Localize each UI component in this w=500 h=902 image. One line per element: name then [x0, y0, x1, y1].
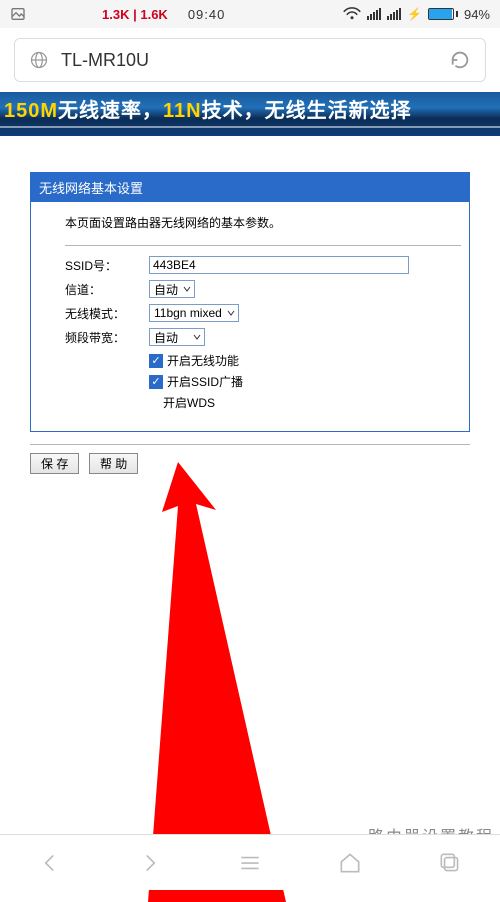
ssid-label: SSID号： [65, 257, 149, 274]
ssid-row: SSID号： [65, 256, 461, 274]
mode-select[interactable]: 11bgn mixed [149, 304, 239, 322]
browser-bottom-nav [0, 834, 500, 890]
page-content: 无线网络基本设置 本页面设置路由器无线网络的基本参数。 SSID号： 信道： 自… [0, 136, 500, 856]
enable-ssid-row[interactable]: ✓ 开启SSID广播 [149, 373, 461, 390]
wifi-icon [343, 7, 361, 21]
enable-wifi-row[interactable]: ✓ 开启无线功能 [149, 352, 461, 369]
refresh-icon[interactable] [449, 49, 471, 71]
chevron-left-icon [37, 850, 63, 876]
clock: 09:40 [188, 7, 226, 22]
checkbox-checked-icon[interactable]: ✓ [149, 375, 163, 389]
channel-value: 自动 [154, 281, 178, 298]
channel-row: 信道： 自动 [65, 280, 461, 298]
forward-button[interactable] [136, 849, 164, 877]
home-icon [337, 850, 363, 876]
chevron-down-icon [226, 308, 236, 318]
enable-wds-label: 开启WDS [163, 394, 215, 411]
status-right: ⚡ 94% [343, 7, 490, 22]
status-bar: 1.3K | 1.6K 09:40 ⚡ 94% [0, 0, 500, 28]
signal-icon-2 [387, 8, 401, 20]
menu-button[interactable] [236, 849, 264, 877]
battery-icon [428, 8, 458, 20]
save-button[interactable]: 保 存 [30, 453, 79, 474]
globe-icon [29, 50, 49, 70]
enable-wifi-label: 开启无线功能 [167, 352, 239, 369]
banner-text: 150M无线速率，11N技术，无线生活新选择 [4, 94, 412, 123]
panel-description: 本页面设置路由器无线网络的基本参数。 [65, 214, 461, 231]
bandwidth-value: 自动 [154, 329, 178, 346]
ssid-input[interactable] [149, 256, 409, 274]
status-left: 1.3K | 1.6K 09:40 [10, 6, 225, 22]
back-button[interactable] [36, 849, 64, 877]
chevron-right-icon [137, 850, 163, 876]
mode-value: 11bgn mixed [154, 306, 222, 320]
enable-wds-row[interactable]: 开启WDS [163, 394, 461, 411]
bandwidth-row: 频段带宽： 自动 [65, 328, 461, 346]
chevron-down-icon [192, 332, 202, 342]
mode-label: 无线模式： [65, 305, 149, 322]
home-button[interactable] [336, 849, 364, 877]
help-button[interactable]: 帮 助 [89, 453, 138, 474]
button-bar: 保 存 帮 助 [30, 444, 470, 474]
mode-row: 无线模式： 11bgn mixed [65, 304, 461, 322]
lightning-icon: ⚡ [407, 7, 422, 21]
signal-icon [367, 8, 381, 20]
bandwidth-label: 频段带宽： [65, 329, 149, 346]
battery-percent: 94% [464, 7, 490, 22]
url-text: TL-MR10U [61, 50, 449, 71]
menu-icon [237, 850, 263, 876]
checkbox-checked-icon[interactable]: ✓ [149, 354, 163, 368]
product-banner: 150M无线速率，11N技术，无线生活新选择 [0, 92, 500, 136]
wifi-settings-panel: 无线网络基本设置 本页面设置路由器无线网络的基本参数。 SSID号： 信道： 自… [30, 172, 470, 432]
enable-ssid-label: 开启SSID广播 [167, 373, 243, 390]
tabs-icon [437, 850, 463, 876]
bandwidth-select[interactable]: 自动 [149, 328, 205, 346]
panel-title: 无线网络基本设置 [31, 173, 469, 202]
channel-label: 信道： [65, 281, 149, 298]
gallery-icon [10, 6, 26, 22]
browser-url-bar[interactable]: TL-MR10U [14, 38, 486, 82]
tabs-button[interactable] [436, 849, 464, 877]
chevron-down-icon [182, 284, 192, 294]
network-speed: 1.3K | 1.6K [102, 7, 168, 22]
channel-select[interactable]: 自动 [149, 280, 195, 298]
